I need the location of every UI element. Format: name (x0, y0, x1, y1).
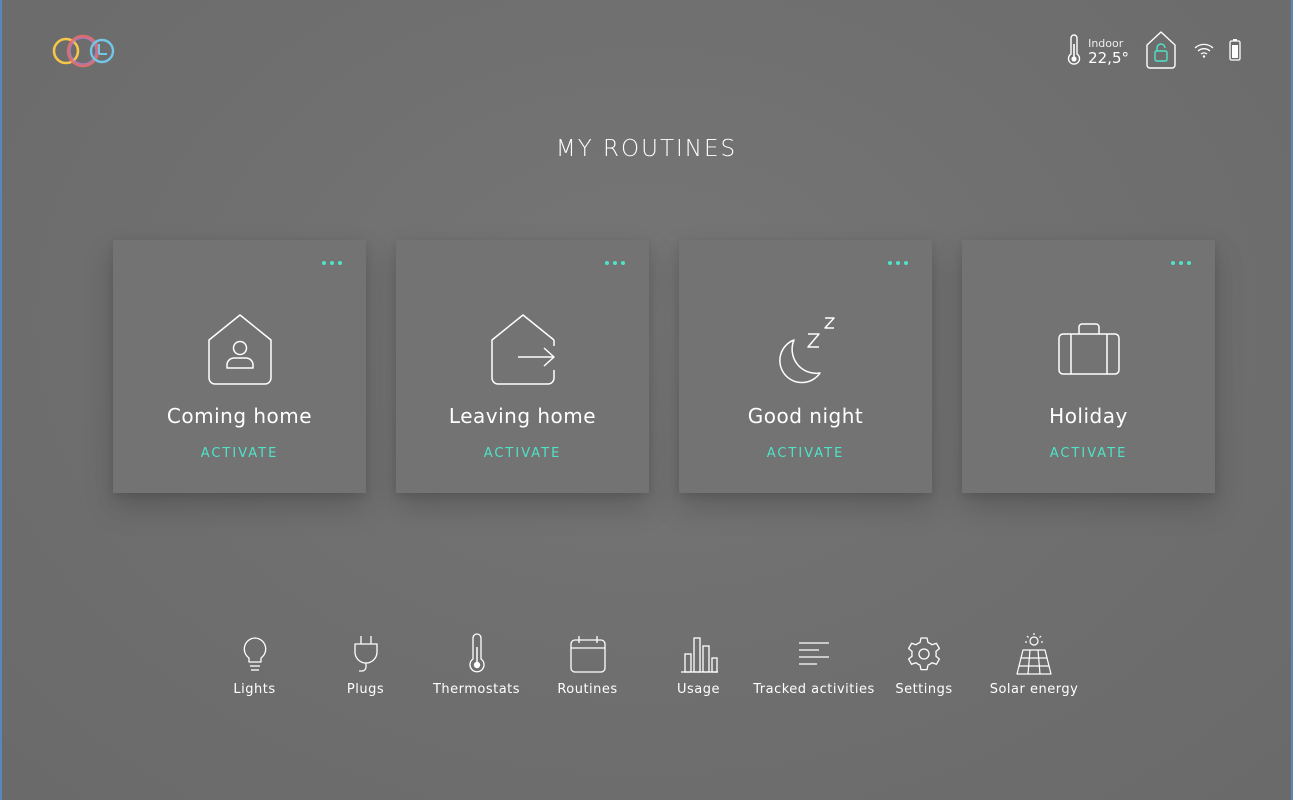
plug-icon (342, 630, 390, 678)
nav-item-settings[interactable]: Settings (874, 630, 974, 697)
activate-button[interactable]: ACTIVATE (201, 446, 279, 461)
nav-item-usage[interactable]: Usage (643, 630, 754, 697)
nav-label: Thermostats (432, 682, 521, 697)
nav-item-tracked-activities[interactable]: Tracked activities (753, 630, 875, 697)
routine-title: Holiday (1049, 404, 1128, 428)
thermometer-icon (1066, 34, 1082, 70)
nav-item-solar-energy[interactable]: Solar energy (974, 630, 1094, 697)
activate-button[interactable]: ACTIVATE (767, 446, 845, 461)
routine-title: Leaving home (448, 404, 597, 428)
nav-label: Lights (233, 682, 276, 697)
indoor-value: 22,5° (1088, 49, 1129, 67)
app-screen: Indoor 22,5° MY ROUTINES Coming home ACT… (2, 0, 1291, 800)
thermometer-icon (453, 630, 501, 678)
house-person-icon (200, 310, 280, 390)
house-exit-icon (483, 310, 563, 390)
gear-icon (900, 630, 948, 678)
more-options-icon[interactable] (320, 256, 344, 270)
routine-card-good-night[interactable]: Good night ACTIVATE (679, 240, 932, 493)
nav-label: Usage (676, 682, 720, 697)
nav-item-plugs[interactable]: Plugs (310, 630, 421, 697)
indoor-temperature[interactable]: Indoor 22,5° (1066, 34, 1129, 70)
moon-zz-icon (766, 310, 846, 390)
indoor-label: Indoor (1088, 37, 1124, 50)
bar-chart-icon (675, 630, 723, 678)
battery-icon (1229, 38, 1241, 66)
more-options-icon[interactable] (886, 256, 910, 270)
house-lock-icon[interactable] (1143, 29, 1179, 75)
nav-item-lights[interactable]: Lights (199, 630, 310, 697)
activate-button[interactable]: ACTIVATE (484, 446, 562, 461)
routine-title: Coming home (166, 404, 313, 428)
nav-item-thermostats[interactable]: Thermostats (421, 630, 532, 697)
nav-label: Solar energy (989, 682, 1079, 697)
nav-item-routines[interactable]: Routines (532, 630, 643, 697)
routine-card-leaving-home[interactable]: Leaving home ACTIVATE (396, 240, 649, 493)
nav-label: Tracked activities (753, 682, 875, 697)
page-title: MY ROUTINES (555, 136, 738, 162)
nav-label: Settings (895, 682, 953, 697)
calendar-icon (564, 630, 612, 678)
lines-icon (790, 630, 838, 678)
solar-panel-icon (1010, 630, 1058, 678)
bottom-nav: Lights Plugs Thermostats Routines Usage … (2, 630, 1291, 697)
nav-label: Plugs (346, 682, 385, 697)
bulb-icon (231, 630, 279, 678)
status-bar: Indoor 22,5° (1066, 30, 1241, 74)
more-options-icon[interactable] (603, 256, 627, 270)
routine-card-holiday[interactable]: Holiday ACTIVATE (962, 240, 1215, 493)
more-options-icon[interactable] (1169, 256, 1193, 270)
wifi-icon (1193, 41, 1215, 63)
routine-cards: Coming home ACTIVATE Leaving home ACTIVA… (113, 240, 1215, 493)
routine-title: Good night (747, 404, 864, 428)
routine-card-coming-home[interactable]: Coming home ACTIVATE (113, 240, 366, 493)
suitcase-icon (1049, 310, 1129, 390)
three-rings-logo[interactable] (52, 30, 116, 72)
activate-button[interactable]: ACTIVATE (1050, 446, 1128, 461)
nav-label: Routines (557, 682, 618, 697)
